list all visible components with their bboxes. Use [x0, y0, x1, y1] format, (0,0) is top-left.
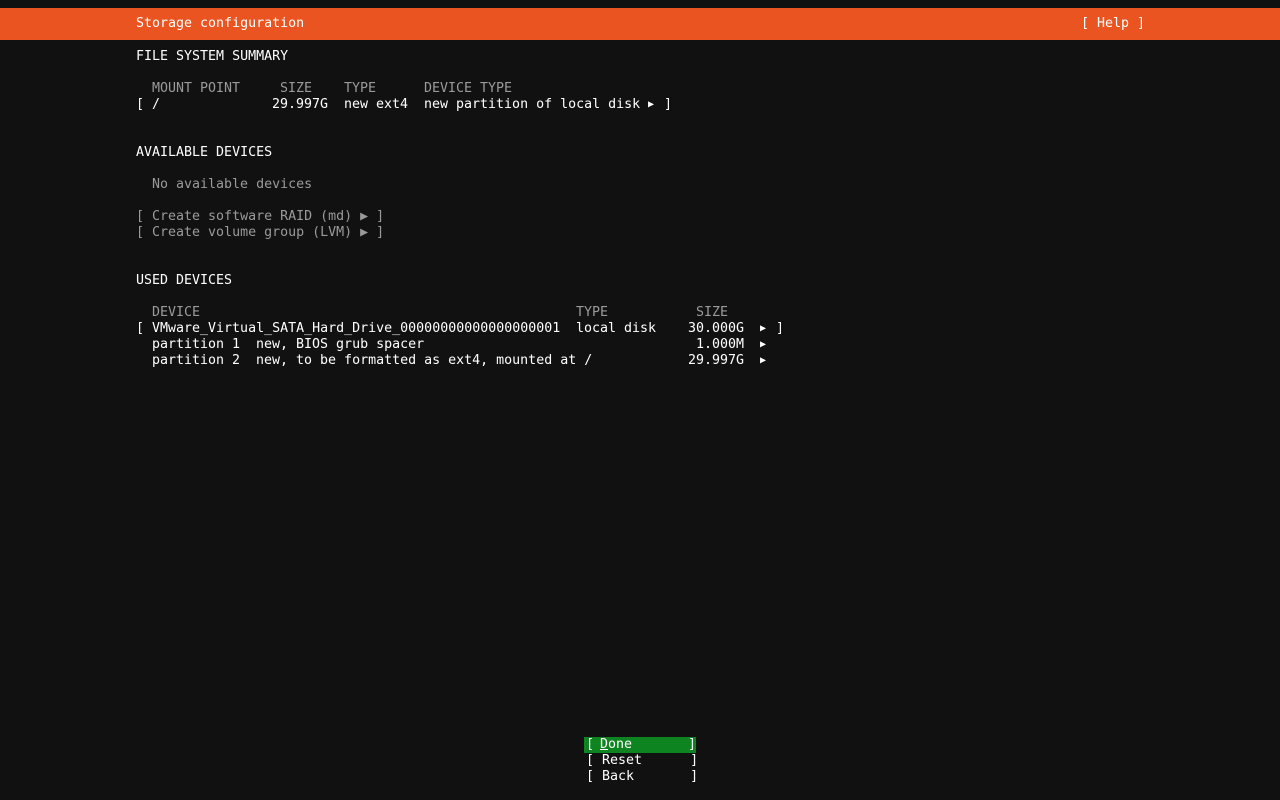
disk-close-bracket: ] — [776, 321, 785, 336]
header-bar: Storage configuration [ Help ] — [0, 8, 1280, 40]
col-used-size: SIZE — [696, 305, 729, 320]
partition-desc: new, BIOS grub spacer — [256, 337, 425, 352]
disk-size: 30.000G — [688, 321, 745, 336]
done-button[interactable]: [ D one ] — [584, 737, 696, 753]
col-size: SIZE — [280, 81, 313, 96]
available-devices-heading: AVAILABLE DEVICES — [136, 145, 273, 160]
col-used-type: TYPE — [576, 305, 609, 320]
expand-arrow-icon[interactable]: ▶ — [648, 97, 654, 113]
help-button[interactable]: [ Help ] — [1081, 16, 1145, 32]
disk-type: local disk — [576, 321, 657, 336]
back-button[interactable]: [ Back ] — [586, 769, 698, 785]
no-devices-text: No available devices — [152, 177, 313, 192]
used-devices-heading: USED DEVICES — [136, 273, 233, 288]
device-type-value: new partition of local disk — [424, 97, 641, 112]
partition-name: partition 2 — [152, 353, 241, 368]
disk-open-bracket: [ — [136, 321, 145, 336]
partition-desc: new, to be formatted as ext4, mounted at… — [256, 353, 593, 368]
disk-menu-arrow-icon[interactable]: ▶ — [760, 321, 766, 337]
mount-point-value: / — [152, 97, 161, 112]
done-label: one — [608, 737, 633, 752]
col-device-type: DEVICE TYPE — [424, 81, 513, 96]
col-device: DEVICE — [152, 305, 201, 320]
partition-size: 29.997G — [688, 353, 745, 368]
reset-button[interactable]: [ Reset ] — [586, 753, 698, 769]
partition-size: 1.000M — [696, 337, 745, 352]
type-value: new ext4 — [344, 97, 409, 112]
col-mount-point: MOUNT POINT — [152, 81, 241, 96]
col-type: TYPE — [344, 81, 377, 96]
done-open-bracket: [ — [586, 737, 595, 752]
page-title: Storage configuration — [136, 16, 305, 31]
row-close-bracket: ] — [664, 97, 673, 112]
create-lvm-button[interactable]: [ Create volume group (LVM) ▶ ] — [136, 225, 384, 241]
done-close-bracket: ] — [688, 737, 697, 752]
partition-name: partition 1 — [152, 337, 241, 352]
disk-name: VMware_Virtual_SATA_Hard_Drive_000000000… — [152, 321, 561, 336]
row-open-bracket: [ — [136, 97, 145, 112]
create-raid-button[interactable]: [ Create software RAID (md) ▶ ] — [136, 209, 384, 225]
size-value: 29.997G — [272, 97, 329, 112]
partition-menu-arrow-icon[interactable]: ▶ — [760, 337, 766, 353]
fs-summary-heading: FILE SYSTEM SUMMARY — [136, 49, 289, 64]
done-hotkey: D — [600, 737, 609, 752]
partition-menu-arrow-icon[interactable]: ▶ — [760, 353, 766, 369]
